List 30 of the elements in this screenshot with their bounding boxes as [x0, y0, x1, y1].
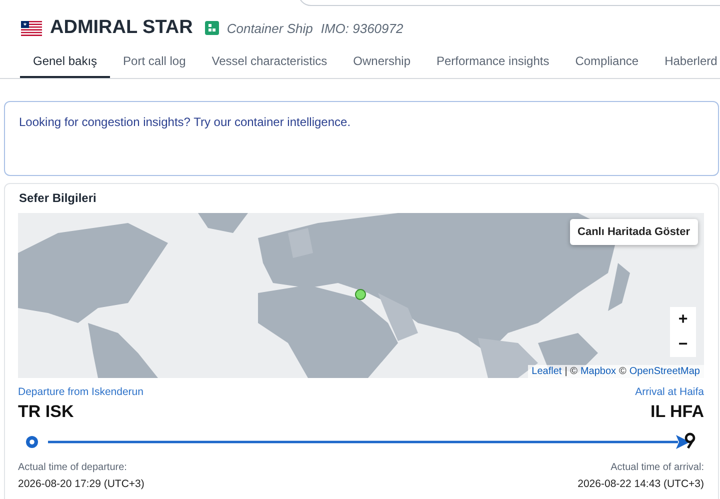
card-title: Sefer Bilgileri [18, 190, 98, 207]
tab[interactable]: Compliance [562, 47, 652, 78]
live-map-button[interactable]: Canlı Haritada Göster [570, 219, 698, 245]
tab[interactable]: Port call log [110, 47, 199, 78]
attribution-link[interactable]: OpenStreetMap [629, 366, 700, 377]
vessel-type: Container Ship [226, 20, 313, 36]
tab[interactable]: Ownership [340, 47, 424, 78]
departure-time-label: Actual time of departure: [18, 462, 128, 473]
banner-text: Looking for congestion insights? Try our container intelligence. [19, 115, 351, 129]
tab[interactable]: Vessel characteristics [198, 47, 340, 78]
vessel-name: ADMIRAL STAR [50, 17, 193, 39]
attribution-text: © [619, 366, 626, 377]
departure-port-code: TR ISK [18, 402, 75, 422]
departure-link[interactable]: Departure from Iskenderun [18, 386, 144, 398]
ship-type-icon [204, 21, 219, 35]
start-point-icon [26, 436, 38, 448]
tab[interactable]: Haberlerd [652, 47, 720, 78]
attribution-text: | © [564, 366, 578, 377]
departure-time: 2026-08-20 17:29 (UTC+3) [18, 478, 144, 490]
arrival-time: 2026-08-22 14:43 (UTC+3) [578, 478, 704, 490]
arrival-link[interactable]: Arrival at Haifa [635, 386, 704, 398]
tab[interactable]: Genel bakış [20, 47, 110, 78]
attribution-link[interactable]: Leaflet [532, 366, 562, 377]
arrival-time-label: Actual time of arrival: [610, 462, 704, 473]
destination-pin-icon [684, 432, 696, 449]
arrival-port-code: IL HFA [650, 402, 704, 422]
imo-number: IMO: 9360972 [320, 20, 404, 36]
flag-icon [21, 20, 42, 36]
attribution-link[interactable]: Mapbox [580, 366, 616, 377]
tab[interactable]: Performance insights [424, 47, 562, 78]
